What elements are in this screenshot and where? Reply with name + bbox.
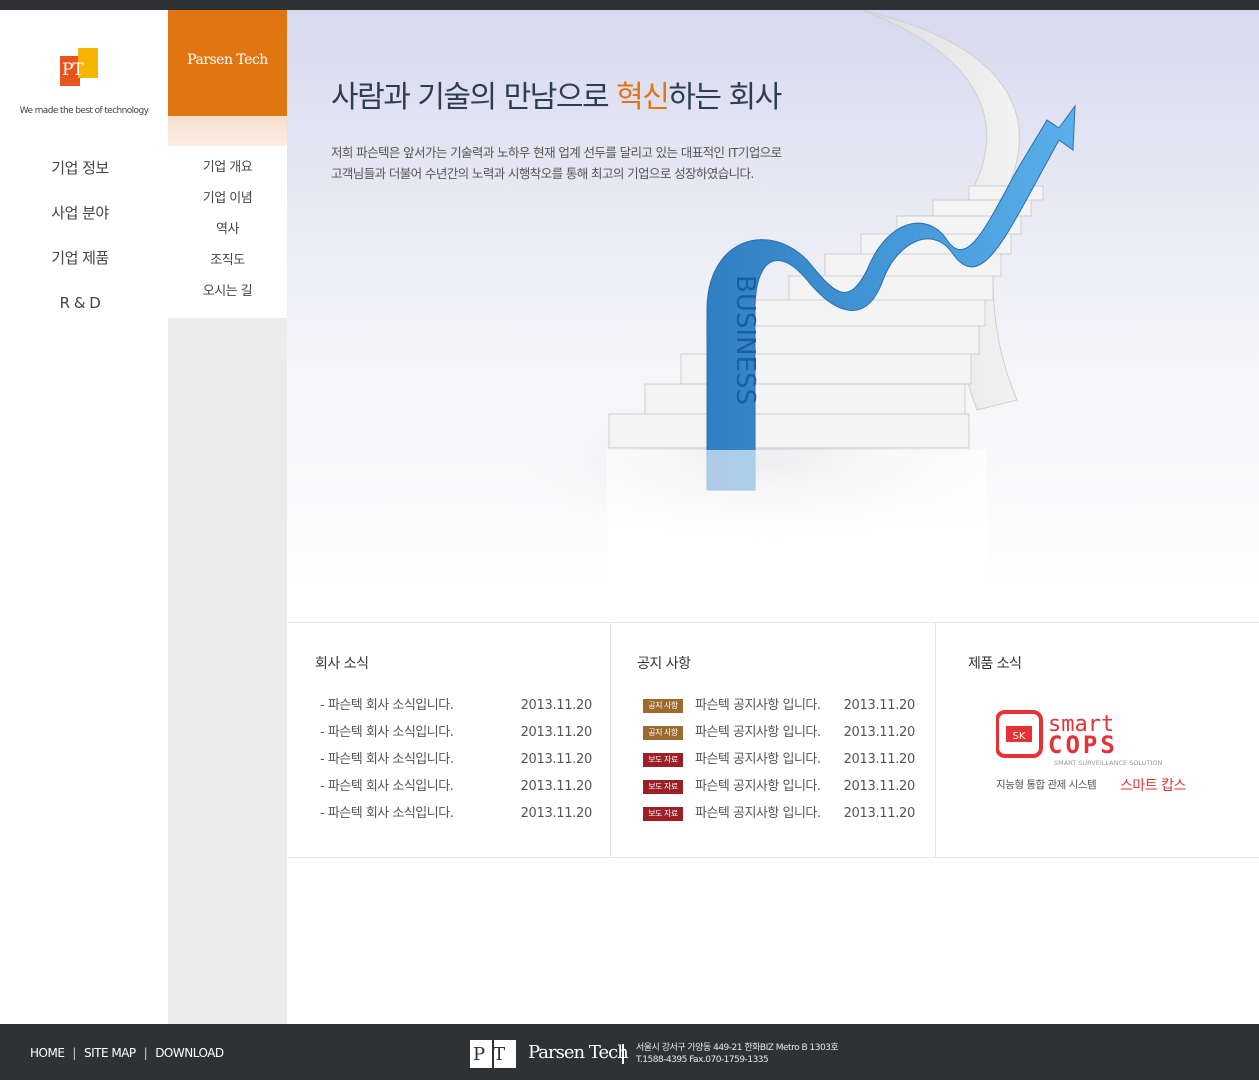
list-item[interactable]: - 파슨텍 회사 소식입니다. 2013.11.20 xyxy=(320,724,592,751)
hero-banner: BUSINESS 사람과 기술의 만남으로 혁신하는 회사 저희 파슨텍은 앞서… xyxy=(287,10,1259,622)
list-item[interactable]: 보도 자료 파슨텍 공지사항 입니다. 2013.11.20 xyxy=(643,751,915,778)
news-text[interactable]: - 파슨텍 회사 소식입니다. xyxy=(320,806,454,821)
list-item[interactable]: 공지 사항 파슨텍 공지사항 입니다. 2013.11.20 xyxy=(643,697,915,724)
nav-item-business-areas[interactable]: 사업 분야 xyxy=(0,201,160,246)
footer-contact: T.1588-4395 Fax.070-1759-1335 xyxy=(636,1055,769,1065)
sub-nav: Parsen Tech 기업 개요 기업 이념 역사 조직도 오시는 길 xyxy=(168,10,287,1024)
notice-date: 2013.11.20 xyxy=(843,806,916,821)
nav-item-rnd[interactable]: R & D xyxy=(0,291,160,336)
news-text[interactable]: - 파슨텍 회사 소식입니다. xyxy=(320,752,454,767)
main-nav: PT We made the best of technology 기업 정보 … xyxy=(0,10,168,1024)
press-badge: 보도 자료 xyxy=(643,780,683,794)
hero-title-after: 하는 회사 xyxy=(668,80,782,115)
hero-title: 사람과 기술의 만남으로 혁신하는 회사 xyxy=(331,72,782,116)
footer: HOME | SITE MAP | DOWNLOAD PT Parsen Tech 서울… xyxy=(0,1024,1259,1080)
sub-nav-item-philosophy[interactable]: 기업 이념 xyxy=(168,189,287,220)
notices-section: 공지 사항 공지 사항 파슨텍 공지사항 입니다. 2013.11.20 공지 사항… xyxy=(610,622,936,858)
footer-address: 서울시 강서구 가양동 449-21 한화BIZ Metro B 1303호 xyxy=(636,1043,839,1053)
notice-badge: 공지 사항 xyxy=(643,726,683,740)
notice-badge: 공지 사항 xyxy=(643,699,683,713)
logo-word-2: COPS xyxy=(1048,731,1118,759)
news-text[interactable]: - 파슨텍 회사 소식입니다. xyxy=(320,779,454,794)
sub-nav-item-directions[interactable]: 오시는 길 xyxy=(168,282,287,313)
sub-nav-fade xyxy=(168,116,287,146)
footer-company-name: Parsen Tech xyxy=(528,1042,629,1063)
list-item[interactable]: - 파슨텍 회사 소식입니다. 2013.11.20 xyxy=(320,805,592,832)
company-news-title[interactable]: 회사 소식 xyxy=(315,653,369,673)
notice-text[interactable]: 파슨텍 공지사항 입니다. xyxy=(695,752,821,767)
list-item[interactable]: - 파슨텍 회사 소식입니다. 2013.11.20 xyxy=(320,778,592,805)
nav-item-products[interactable]: 기업 제품 xyxy=(0,246,160,291)
list-item[interactable]: - 파슨텍 회사 소식입니다. 2013.11.20 xyxy=(320,751,592,778)
hero-desc-line-2: 고객님들과 더불어 수년간의 노력과 시행착오를 통해 최고의 기업으로 성장하… xyxy=(331,166,754,181)
notice-date: 2013.11.20 xyxy=(843,779,916,794)
hero-title-before: 사람과 기술의 만남으로 xyxy=(331,80,617,115)
news-date: 2013.11.20 xyxy=(520,698,593,713)
footer-link-home[interactable]: HOME xyxy=(30,1046,65,1060)
notice-text[interactable]: 파슨텍 공지사항 입니다. xyxy=(695,806,821,821)
news-text[interactable]: - 파슨텍 회사 소식입니다. xyxy=(320,698,454,713)
top-bar xyxy=(0,0,1259,10)
notices-list: 공지 사항 파슨텍 공지사항 입니다. 2013.11.20 공지 사항 파슨텍 공지… xyxy=(643,697,915,832)
news-date: 2013.11.20 xyxy=(520,779,593,794)
logo[interactable]: PT xyxy=(60,48,98,86)
news-date: 2013.11.20 xyxy=(520,752,593,767)
logo-mark: SK xyxy=(1013,731,1026,742)
smart-cops-logo: SK smart COPS SMART SURVEILLANCE SOLUTIO… xyxy=(995,710,1162,767)
hero-desc-line-1: 저희 파슨텍은 앞서가는 기술력과 노하우 현재 업계 선두를 달리고 있는 대… xyxy=(331,145,782,160)
footer-links: HOME | SITE MAP | DOWNLOAD xyxy=(30,1046,224,1060)
list-item[interactable]: 공지 사항 파슨텍 공지사항 입니다. 2013.11.20 xyxy=(643,724,915,751)
brand-tagline: We made the best of technology xyxy=(19,106,149,116)
footer-address-block: 서울시 강서구 가양동 449-21 한화BIZ Metro B 1303호 T… xyxy=(636,1042,839,1066)
main-nav-list: 기업 정보 사업 분야 기업 제품 R & D xyxy=(0,156,160,336)
notice-text[interactable]: 파슨텍 공지사항 입니다. xyxy=(695,779,821,794)
footer-separator: | xyxy=(143,1046,148,1060)
logo-subtitle: SMART SURVEILLANCE SOLUTION xyxy=(1054,759,1162,767)
list-item[interactable]: 보도 자료 파슨텍 공지사항 입니다. 2013.11.20 xyxy=(643,778,915,805)
notice-date: 2013.11.20 xyxy=(843,698,916,713)
logo-text: PT xyxy=(62,60,84,80)
ribbon-text: BUSINESS xyxy=(730,275,760,405)
news-date: 2013.11.20 xyxy=(520,806,593,821)
sub-nav-item-overview[interactable]: 기업 개요 xyxy=(168,158,287,189)
product-tagline: 지능형 통합 관제 시스템 xyxy=(996,779,1097,791)
nav-item-company-info[interactable]: 기업 정보 xyxy=(0,156,160,201)
smart-cops-banner[interactable]: SK smart COPS SMART SURVEILLANCE SOLUTIO… xyxy=(995,709,1196,794)
footer-link-sitemap[interactable]: SITE MAP xyxy=(84,1046,136,1060)
sub-nav-panel: 기업 개요 기업 이념 역사 조직도 오시는 길 xyxy=(168,146,287,318)
hero-description: 저희 파슨텍은 앞서가는 기술력과 노하우 현재 업계 선두를 달리고 있는 대… xyxy=(331,142,851,184)
company-news-section: 회사 소식 - 파슨텍 회사 소식입니다. 2013.11.20 - 파슨텍 회사… xyxy=(288,622,610,858)
sub-nav-item-organization[interactable]: 조직도 xyxy=(168,251,287,282)
press-badge: 보도 자료 xyxy=(643,753,683,767)
footer-logo[interactable]: PT xyxy=(470,1040,516,1068)
news-text[interactable]: - 파슨텍 회사 소식입니다. xyxy=(320,725,454,740)
notices-title[interactable]: 공지 사항 xyxy=(637,653,691,673)
notice-text[interactable]: 파슨텍 공지사항 입니다. xyxy=(695,698,821,713)
footer-logo-text: PT xyxy=(473,1044,514,1065)
notice-date: 2013.11.20 xyxy=(843,752,916,767)
company-news-list: - 파슨텍 회사 소식입니다. 2013.11.20 - 파슨텍 회사 소식입니다… xyxy=(320,697,592,832)
news-date: 2013.11.20 xyxy=(520,725,593,740)
sub-nav-item-history[interactable]: 역사 xyxy=(168,220,287,251)
hero-title-accent: 혁신 xyxy=(616,80,670,115)
footer-separator: | xyxy=(72,1046,76,1060)
sub-nav-list: 기업 개요 기업 이념 역사 조직도 오시는 길 xyxy=(168,146,287,313)
product-news-section: 제품 소식 SK smart COPS SMART SURVEILLANCE S… xyxy=(936,622,1259,858)
product-name-kr: 스마트 캅스 xyxy=(1120,778,1186,794)
list-item[interactable]: 보도 자료 파슨텍 공지사항 입니다. 2013.11.20 xyxy=(643,805,915,832)
footer-divider xyxy=(622,1044,624,1064)
list-item[interactable]: - 파슨텍 회사 소식입니다. 2013.11.20 xyxy=(320,697,592,724)
footer-link-download[interactable]: DOWNLOAD xyxy=(155,1046,224,1060)
press-badge: 보도 자료 xyxy=(643,807,683,821)
notice-date: 2013.11.20 xyxy=(843,725,916,740)
notice-text[interactable]: 파슨텍 공지사항 입니다. xyxy=(695,725,821,740)
sub-nav-header: Parsen Tech xyxy=(168,10,287,116)
product-news-title[interactable]: 제품 소식 xyxy=(968,653,1022,673)
